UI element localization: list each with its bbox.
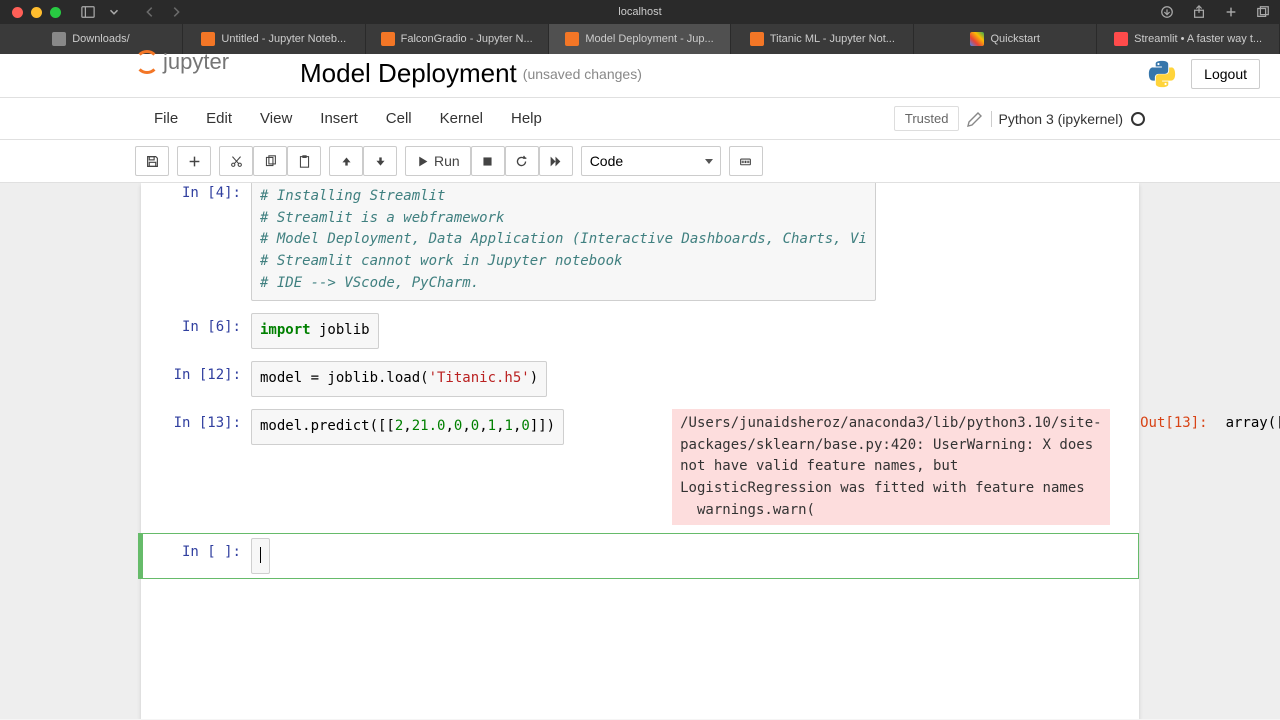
tab-label: Untitled - Jupyter Noteb...	[221, 33, 346, 45]
code-input[interactable]: model = joblib.load('Titanic.h5')	[251, 361, 547, 397]
cell-output: array([0])	[1218, 409, 1280, 439]
url-display[interactable]: localhost	[618, 6, 661, 18]
save-button[interactable]	[135, 146, 169, 176]
browser-tab[interactable]: Quickstart	[914, 24, 1097, 54]
window-titlebar: localhost	[0, 0, 1280, 24]
code-input[interactable]: import joblib	[251, 313, 379, 349]
kernel-name[interactable]: Python 3 (ipykernel)	[991, 111, 1123, 127]
code-input[interactable]	[251, 538, 270, 574]
browser-tab[interactable]: Titanic ML - Jupyter Not...	[731, 24, 914, 54]
code-cell[interactable]: In [13]:model.predict([[2,21.0,0,0,1,1,0…	[141, 405, 1139, 529]
tab-label: Downloads/	[72, 33, 129, 45]
download-icon[interactable]	[1160, 5, 1174, 19]
output-prompt: Out[13]:	[1110, 409, 1218, 525]
forward-icon[interactable]	[169, 5, 183, 19]
favicon-icon	[750, 32, 764, 46]
python-logo-icon	[1147, 59, 1177, 89]
minimize-window[interactable]	[31, 7, 42, 18]
menu-help[interactable]: Help	[497, 106, 556, 131]
tab-label: Titanic ML - Jupyter Not...	[770, 33, 895, 45]
kernel-indicator-icon	[1131, 112, 1145, 126]
input-prompt: In [4]:	[143, 183, 251, 301]
cell-type-select[interactable]: Code	[581, 146, 721, 176]
pencil-icon[interactable]	[967, 111, 983, 127]
menu-view[interactable]: View	[246, 106, 306, 131]
add-cell-button[interactable]	[177, 146, 211, 176]
favicon-icon	[565, 32, 579, 46]
traffic-lights	[12, 7, 61, 18]
move-up-button[interactable]	[329, 146, 363, 176]
logout-button[interactable]: Logout	[1191, 59, 1260, 89]
chevron-down-icon[interactable]	[107, 5, 121, 19]
trusted-badge[interactable]: Trusted	[894, 106, 960, 131]
tab-label: Streamlit • A faster way t...	[1134, 33, 1262, 45]
move-down-button[interactable]	[363, 146, 397, 176]
input-prompt: In [12]:	[143, 361, 251, 397]
paste-button[interactable]	[287, 146, 321, 176]
favicon-icon	[381, 32, 395, 46]
new-tab-icon[interactable]	[1224, 5, 1238, 19]
jupyter-logo[interactable]: jupyter	[135, 49, 229, 75]
favicon-icon	[52, 32, 66, 46]
run-button[interactable]: Run	[405, 146, 471, 176]
menu-cell[interactable]: Cell	[372, 106, 426, 131]
browser-tab[interactable]: Streamlit • A faster way t...	[1097, 24, 1280, 54]
code-cell[interactable]: In [6]:import joblib	[141, 309, 1139, 353]
favicon-icon	[970, 32, 984, 46]
notebook: In [4]:# Installing Streamlit # Streamli…	[141, 183, 1139, 719]
tabs-icon[interactable]	[1256, 5, 1270, 19]
menu-insert[interactable]: Insert	[306, 106, 372, 131]
close-window[interactable]	[12, 7, 23, 18]
code-cell[interactable]: In [ ]:	[138, 533, 1139, 579]
run-label: Run	[434, 153, 460, 169]
tab-label: FalconGradio - Jupyter N...	[401, 33, 533, 45]
input-prompt: In [13]:	[143, 409, 251, 525]
tab-label: Quickstart	[990, 33, 1040, 45]
jupyter-logo-mark	[135, 50, 159, 74]
browser-tab[interactable]: Model Deployment - Jup...	[549, 24, 732, 54]
notebook-scroll-area[interactable]: In [4]:# Installing Streamlit # Streamli…	[0, 183, 1280, 719]
back-icon[interactable]	[143, 5, 157, 19]
code-cell[interactable]: In [4]:# Installing Streamlit # Streamli…	[141, 183, 1139, 305]
restart-run-all-button[interactable]	[539, 146, 573, 176]
warning-output: /Users/junaidsheroz/anaconda3/lib/python…	[672, 409, 1109, 525]
maximize-window[interactable]	[50, 7, 61, 18]
jupyter-header: jupyter Model Deployment (unsaved change…	[0, 54, 1280, 98]
code-input[interactable]: model.predict([[2,21.0,0,0,1,1,0]])	[251, 409, 564, 445]
cut-button[interactable]	[219, 146, 253, 176]
menu-edit[interactable]: Edit	[192, 106, 246, 131]
menubar: FileEditViewInsertCellKernelHelp Trusted…	[0, 98, 1280, 140]
notebook-title[interactable]: Model Deployment	[300, 58, 517, 89]
sidebar-icon[interactable]	[81, 5, 95, 19]
code-cell[interactable]: In [12]:model = joblib.load('Titanic.h5'…	[141, 357, 1139, 401]
menu-file[interactable]: File	[140, 106, 192, 131]
input-prompt: In [ ]:	[143, 538, 251, 574]
input-prompt: In [6]:	[143, 313, 251, 349]
favicon-icon	[201, 32, 215, 46]
command-palette-button[interactable]	[729, 146, 763, 176]
toolbar: Run Code	[0, 140, 1280, 183]
menu-kernel[interactable]: Kernel	[426, 106, 497, 131]
share-icon[interactable]	[1192, 5, 1206, 19]
favicon-icon	[1114, 32, 1128, 46]
restart-button[interactable]	[505, 146, 539, 176]
jupyter-logo-text: jupyter	[163, 49, 229, 75]
browser-tab[interactable]: FalconGradio - Jupyter N...	[366, 24, 549, 54]
tab-label: Model Deployment - Jup...	[585, 33, 713, 45]
interrupt-button[interactable]	[471, 146, 505, 176]
copy-button[interactable]	[253, 146, 287, 176]
code-input[interactable]: # Installing Streamlit # Streamlit is a …	[251, 183, 876, 301]
unsaved-indicator: (unsaved changes)	[523, 66, 642, 82]
